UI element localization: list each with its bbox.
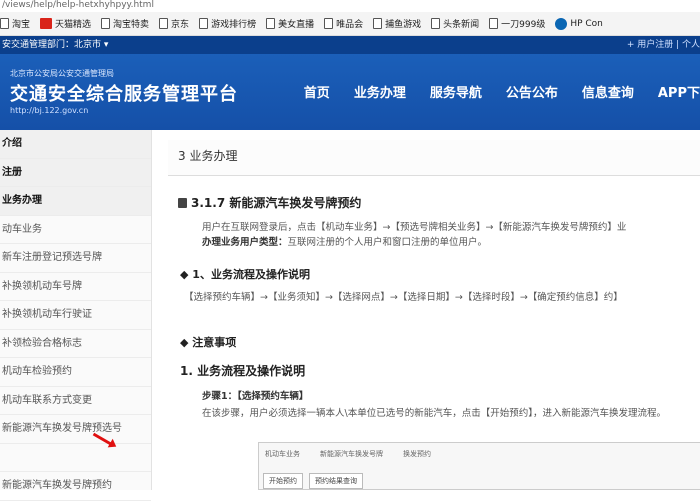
bookmark-item[interactable]: HP Con	[555, 17, 603, 30]
sidebar-item[interactable]: 新车注册登记预选号牌	[0, 244, 151, 273]
main-nav: 首页 业务办理 服务导航 公告公布 信息查询 APP下	[280, 82, 700, 101]
bookmark-label: 淘宝	[12, 20, 31, 30]
sidebar-item-label: 新能源汽车换发号牌预约	[2, 480, 112, 491]
nav-announcements[interactable]: 公告公布	[506, 82, 558, 101]
sidebar-item[interactable]: 介绍	[0, 130, 151, 159]
nav-app[interactable]: APP下	[658, 82, 700, 101]
bookmark-label: 头条新闻	[443, 20, 480, 30]
sidebar-item-label: 介绍	[2, 138, 22, 149]
notes-heading: ◆ 注意事项	[180, 336, 237, 349]
intro-paragraph: 用户在互联网登录后，点击【机动车业务】→【预选号牌相关业务】→【新能源汽车换发号…	[202, 222, 627, 248]
bookmark-label: 天猫精选	[55, 20, 92, 30]
bookmark-item[interactable]: 淘宝	[0, 17, 30, 30]
sidebar-item-label: 业务办理	[2, 195, 42, 206]
bookmark-item[interactable]: 淘宝特卖	[101, 17, 149, 30]
hp-icon	[555, 17, 568, 30]
page-icon	[101, 18, 111, 29]
shot-tab: 换发预约	[403, 450, 431, 458]
bookmark-item[interactable]: 游戏排行榜	[199, 17, 256, 30]
bookmark-item[interactable]: 天猫精选	[40, 17, 91, 30]
bookmark-item[interactable]: 美女直播	[266, 17, 314, 30]
bookmark-label: 捕鱼游戏	[385, 20, 422, 30]
bookmark-label: 京东	[171, 20, 190, 30]
page-icon	[324, 18, 334, 29]
page-icon	[199, 18, 209, 29]
sidebar-item-label: 机动车联系方式变更	[2, 394, 92, 406]
site-title: 交通安全综合服务管理平台	[10, 84, 238, 105]
help-content: 3 业务办理 3.1.7 新能源汽车换发号牌预约 用户在互联网登录后，点击【机动…	[168, 130, 700, 490]
sidebar-item[interactable]: 新能源汽车换发号牌预选号	[0, 415, 151, 444]
step-description: 在该步骤，用户必须选择一辆本人\本单位已选号的新能汽车，点击【开始预约】，进入新…	[202, 408, 666, 419]
sidebar-item[interactable]: 机动车检验预约	[0, 358, 151, 387]
bookmark-label: HP Con	[570, 18, 603, 29]
user-register-link[interactable]: + 用户注册 | 个人	[627, 36, 700, 54]
page-icon	[266, 18, 276, 29]
sidebar-item-label: 注册	[2, 166, 22, 178]
page-icon	[159, 18, 169, 29]
sidebar-item-label: 新能源汽车换发号牌预选号	[2, 423, 122, 434]
breadcrumb: 3 业务办理	[168, 140, 700, 176]
sidebar-item[interactable]: 业务办理	[0, 187, 151, 216]
sidebar-item-label: 动车业务	[2, 223, 42, 235]
section-title: 3.1.7 新能源汽车换发号牌预约	[178, 194, 361, 211]
page-icon	[373, 18, 383, 29]
sidebar-item[interactable]: 机动车联系方式变更	[0, 387, 151, 415]
sidebar-item-label: 新车注册登记预选号牌	[2, 252, 102, 263]
flow-steps: 【选择预约车辆】→【业务须知】→【选择网点】→【选择日期】→【选择时段】→【确定…	[184, 292, 623, 303]
nav-info-query[interactable]: 信息查询	[582, 82, 634, 101]
process-heading: 1. 业务流程及操作说明	[180, 364, 306, 378]
region-selector-bar: 安交通管理部门：北京市 ▾ + 用户注册 | 个人	[0, 36, 700, 54]
example-screenshot: 机动车业务 新能源汽车换发号牌 换发预约 开始预约 预约结果查询	[258, 442, 700, 490]
page-icon	[431, 18, 441, 29]
bookmark-item[interactable]: 捕鱼游戏	[373, 17, 421, 30]
step-label: 步骤1：【选择预约车辆】	[202, 391, 309, 402]
bookmark-item[interactable]: 京东	[159, 17, 189, 30]
lock-icon	[178, 198, 187, 208]
bookmark-item[interactable]: 头条新闻	[431, 17, 479, 30]
site-header: 北京市公安局公安交通管理局 交通安全综合服务管理平台 http://bj.122…	[0, 54, 700, 130]
site-url: http://bj.122.gov.cn	[10, 106, 89, 115]
sidebar-item[interactable]: 注册	[0, 158, 151, 187]
bookmark-item[interactable]: 唯品会	[324, 17, 363, 30]
help-sidebar: 介绍注册业务办理动车业务新车注册登记预选号牌 补换领机动车号牌 补换领机动车行驶证补…	[0, 130, 152, 501]
org-name: 北京市公安局公安交通管理局	[10, 69, 114, 78]
bookmark-label: 游戏排行榜	[211, 20, 257, 30]
bookmark-label: 唯品会	[336, 20, 364, 30]
page-icon	[0, 18, 9, 29]
sidebar-item-label: 补领检验合格标志	[2, 337, 82, 349]
nav-home[interactable]: 首页	[304, 82, 330, 101]
sidebar-item-label: 机动车检验预约	[2, 366, 72, 377]
flow-heading: ◆ 1、业务流程及操作说明	[180, 268, 310, 281]
sidebar-item[interactable]	[0, 444, 151, 472]
sidebar-item[interactable]: 新能源汽车换发号牌预约	[0, 472, 151, 501]
region-selector[interactable]: 安交通管理部门：北京市 ▾	[2, 40, 108, 50]
sidebar-item[interactable]: 动车业务	[0, 216, 151, 244]
start-booking-button: 开始预约	[263, 473, 303, 489]
bookmark-label: 一刀999级	[501, 20, 546, 30]
shot-tab: 机动车业务	[265, 450, 300, 458]
nav-service-guide[interactable]: 服务导航	[430, 82, 482, 101]
sidebar-item-label: 补换领机动车号牌	[2, 280, 82, 292]
page-icon	[489, 18, 499, 29]
booking-query-button: 预约结果查询	[309, 473, 363, 489]
bookmarks-bar: 淘宝 天猫精选 淘宝特卖 京东 游戏排行榜 美女直播 唯品会 捕鱼游戏 头条新闻 一刀999级 HP…	[0, 12, 700, 36]
sidebar-item[interactable]: 补换领机动车行驶证	[0, 301, 151, 330]
bookmark-item[interactable]: 一刀999级	[489, 17, 545, 30]
sidebar-item[interactable]: 补领检验合格标志	[0, 330, 151, 358]
sidebar-item[interactable]: 补换领机动车号牌	[0, 273, 151, 301]
nav-business[interactable]: 业务办理	[354, 82, 406, 101]
sidebar-item-label: 补换领机动车行驶证	[2, 309, 92, 320]
bookmark-label: 淘宝特卖	[113, 20, 150, 30]
bookmark-label: 美女直播	[278, 20, 315, 30]
shot-tab: 新能源汽车换发号牌	[320, 450, 383, 458]
address-bar[interactable]: /views/help/help-hetxhyhpyy.html	[0, 0, 700, 12]
tmall-icon	[40, 18, 53, 29]
